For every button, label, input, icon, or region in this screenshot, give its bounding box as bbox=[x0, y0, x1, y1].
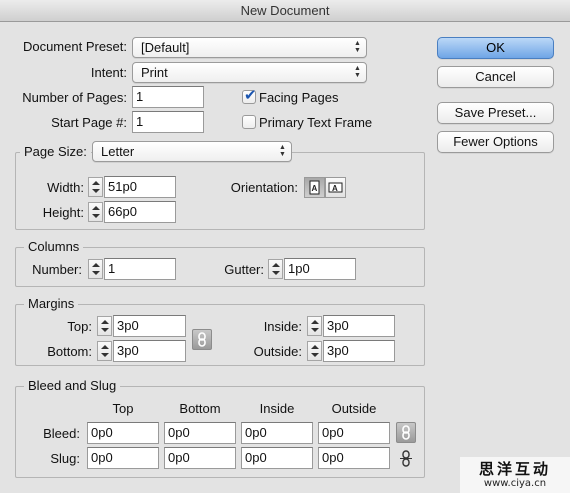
portrait-orientation-button[interactable]: A bbox=[304, 177, 325, 198]
page-size-value: Letter bbox=[101, 144, 135, 159]
slug-outside-field[interactable]: 0p0 bbox=[318, 447, 390, 469]
margin-top-label: Top: bbox=[67, 319, 92, 334]
start-page-label: Start Page #: bbox=[51, 115, 127, 130]
up-down-arrows-icon: ▲ ▼ bbox=[354, 65, 361, 79]
cancel-button[interactable]: Cancel bbox=[437, 66, 554, 88]
dialog-body: Document Preset: [Default] ▲ ▼ Intent: Pr… bbox=[0, 22, 570, 493]
window-title: New Document bbox=[0, 0, 570, 22]
bleed-link-button[interactable] bbox=[396, 422, 416, 443]
page-size-select[interactable]: Letter ▲ ▼ bbox=[92, 141, 292, 162]
slug-link-button[interactable] bbox=[397, 449, 415, 468]
orientation-label: Orientation: bbox=[230, 180, 298, 195]
bleed-col-bottom: Bottom bbox=[179, 401, 221, 416]
watermark-url: www.ciya.cn bbox=[483, 478, 547, 489]
bleed-col-top: Top bbox=[112, 401, 134, 416]
preset-select[interactable]: [Default] ▲ ▼ bbox=[132, 37, 367, 58]
margin-inside-label: Inside: bbox=[263, 319, 302, 334]
margin-bottom-label: Bottom: bbox=[47, 344, 92, 359]
landscape-icon: A bbox=[328, 182, 343, 193]
slug-inside-field[interactable]: 0p0 bbox=[241, 447, 313, 469]
checkmark-icon: ✔ bbox=[244, 87, 257, 104]
primary-text-frame-label: Primary Text Frame bbox=[259, 115, 373, 130]
height-label: Height: bbox=[42, 205, 84, 220]
columns-number-field[interactable]: 1 bbox=[104, 258, 176, 280]
margins-link-button[interactable] bbox=[192, 329, 212, 350]
portrait-icon: A bbox=[309, 180, 320, 195]
columns-title: Columns bbox=[24, 239, 84, 254]
svg-text:A: A bbox=[332, 184, 338, 193]
margin-outside-stepper[interactable] bbox=[307, 341, 322, 361]
bleed-inside-field[interactable]: 0p0 bbox=[241, 422, 313, 444]
bleed-bottom-field[interactable]: 0p0 bbox=[164, 422, 236, 444]
columns-number-label: Number: bbox=[32, 262, 82, 277]
margin-bottom-field[interactable]: 3p0 bbox=[113, 340, 186, 362]
chain-link-icon bbox=[400, 450, 412, 467]
width-field[interactable]: 51p0 bbox=[104, 176, 176, 198]
margin-top-stepper[interactable] bbox=[97, 316, 112, 336]
chain-link-icon bbox=[198, 332, 206, 347]
height-stepper[interactable] bbox=[88, 202, 103, 222]
intent-label: Intent: bbox=[90, 65, 127, 80]
preset-label: Document Preset: bbox=[22, 39, 127, 54]
slug-label: Slug: bbox=[50, 451, 80, 466]
margin-bottom-stepper[interactable] bbox=[97, 341, 112, 361]
page-size-label: Page Size: bbox=[20, 144, 91, 159]
primary-text-frame-checkbox[interactable] bbox=[242, 115, 256, 129]
margin-inside-field[interactable]: 3p0 bbox=[323, 315, 395, 337]
gutter-stepper[interactable] bbox=[268, 259, 283, 279]
margin-outside-field[interactable]: 3p0 bbox=[323, 340, 395, 362]
intent-select[interactable]: Print ▲ ▼ bbox=[132, 62, 367, 83]
slug-bottom-field[interactable]: 0p0 bbox=[164, 447, 236, 469]
slug-top-field[interactable]: 0p0 bbox=[87, 447, 159, 469]
watermark-text: 思洋互动 bbox=[478, 460, 551, 478]
pages-field[interactable]: 1 bbox=[132, 86, 204, 108]
width-stepper[interactable] bbox=[88, 177, 103, 197]
gutter-field[interactable]: 1p0 bbox=[284, 258, 356, 280]
gutter-label: Gutter: bbox=[224, 262, 264, 277]
margin-outside-label: Outside: bbox=[253, 344, 302, 359]
facing-pages-checkbox[interactable]: ✔ bbox=[242, 87, 257, 104]
bleed-col-outside: Outside bbox=[331, 401, 377, 416]
watermark: 思洋互动 www.ciya.cn bbox=[460, 457, 570, 493]
up-down-arrows-icon: ▲ ▼ bbox=[279, 144, 286, 158]
pages-label: Number of Pages: bbox=[22, 90, 127, 105]
bleed-top-field[interactable]: 0p0 bbox=[87, 422, 159, 444]
start-page-field[interactable]: 1 bbox=[132, 111, 204, 133]
margin-top-field[interactable]: 3p0 bbox=[113, 315, 186, 337]
save-preset-button[interactable]: Save Preset... bbox=[437, 102, 554, 124]
landscape-orientation-button[interactable]: A bbox=[325, 177, 346, 198]
up-down-arrows-icon: ▲ ▼ bbox=[354, 40, 361, 54]
height-field[interactable]: 66p0 bbox=[104, 201, 176, 223]
margins-title: Margins bbox=[24, 296, 79, 311]
fewer-options-button[interactable]: Fewer Options bbox=[437, 131, 554, 153]
bleed-slug-title: Bleed and Slug bbox=[24, 378, 121, 393]
bleed-label: Bleed: bbox=[43, 426, 80, 441]
intent-value: Print bbox=[141, 65, 168, 80]
bleed-col-inside: Inside bbox=[259, 401, 295, 416]
margin-inside-stepper[interactable] bbox=[307, 316, 322, 336]
columns-number-stepper[interactable] bbox=[88, 259, 103, 279]
ok-button[interactable]: OK bbox=[437, 37, 554, 59]
chain-link-icon bbox=[402, 425, 410, 440]
svg-text:A: A bbox=[312, 184, 318, 193]
preset-value: [Default] bbox=[141, 40, 190, 55]
facing-pages-label: Facing Pages bbox=[259, 90, 339, 105]
width-label: Width: bbox=[47, 180, 84, 195]
bleed-outside-field[interactable]: 0p0 bbox=[318, 422, 390, 444]
